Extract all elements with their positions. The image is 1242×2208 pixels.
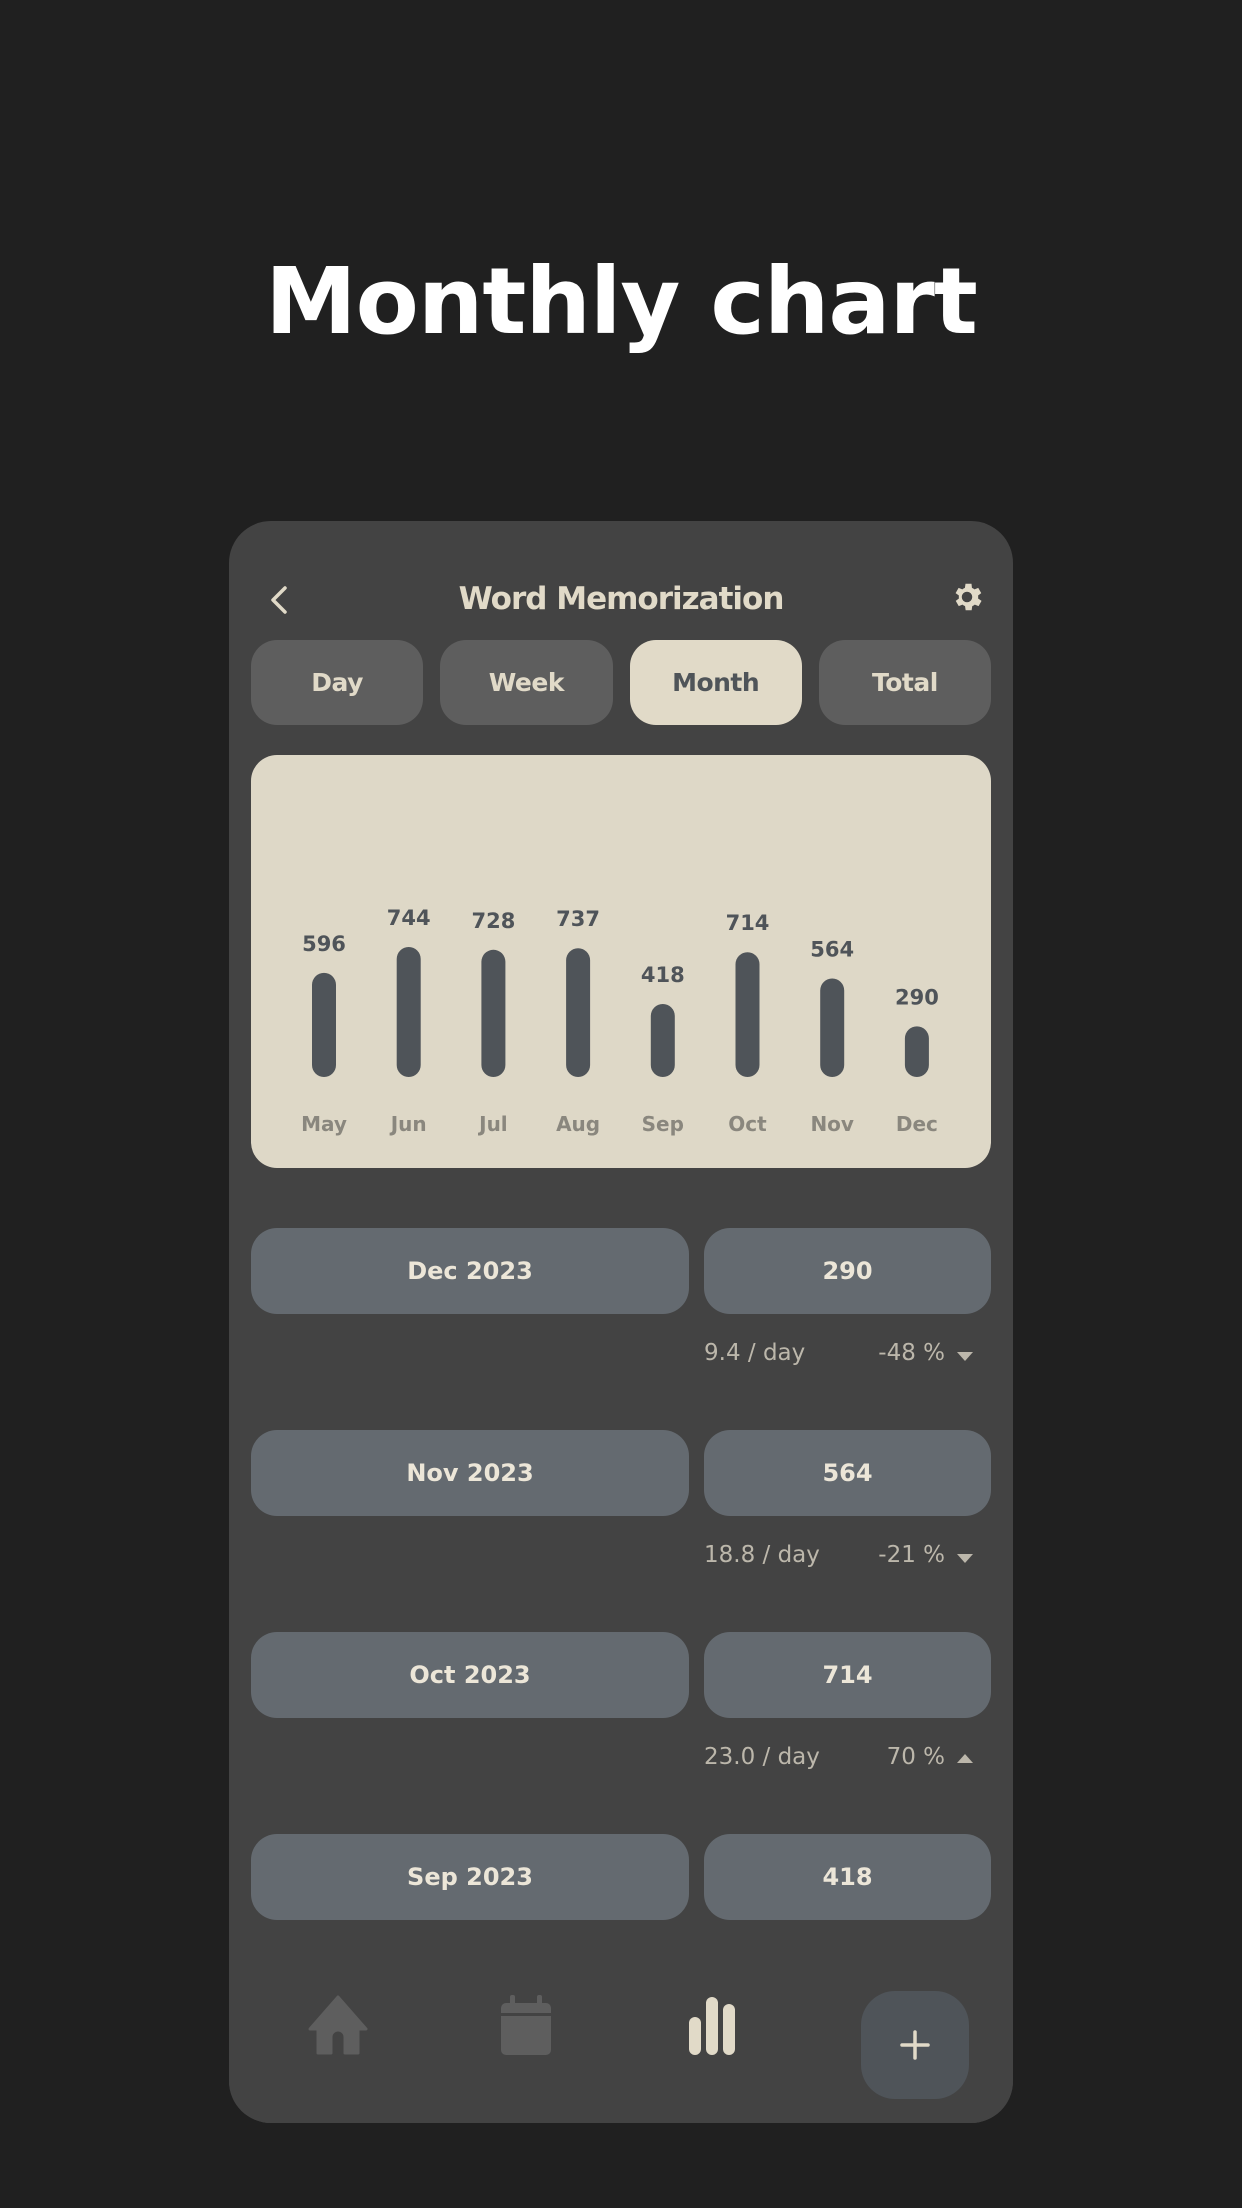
bar-chart-icon [689,1997,735,2055]
calendar-icon [501,1995,551,2055]
bar-dec [904,1026,929,1077]
month-count[interactable]: 714 [704,1632,991,1718]
month-stats: 9.4 / day -48 % [704,1340,991,1374]
list-item: Oct 2023 714 23.0 / day 70 % [251,1632,991,1834]
bar-aug [566,948,591,1077]
percent-change: -48 % [878,1340,945,1366]
per-day-average: 18.8 / day [704,1542,820,1568]
triangle-up-icon [957,1754,973,1763]
nav-stats-button[interactable] [679,1995,745,2055]
month-label[interactable]: Dec 2023 [251,1228,689,1314]
gear-icon [955,583,982,611]
x-tick-label: Nov [810,1112,854,1136]
bar-may [312,972,336,1077]
month-count[interactable]: 564 [704,1430,991,1516]
add-button[interactable] [861,1991,969,2099]
bar-value-label: 418 [641,963,685,987]
bar-value-label: 744 [387,906,431,930]
list-item: Nov 2023 564 18.8 / day -21 % [251,1430,991,1632]
chart-svg: 596 May 744 Jun 728 Jul 737 Aug 418 Sep 714 Oct 564 N… [301,906,939,1136]
triangle-down-icon [957,1352,973,1361]
month-count[interactable]: 418 [704,1834,991,1920]
bar-value-label: 714 [726,911,770,935]
period-tabs: Day Week Month Total [251,640,991,725]
tab-total[interactable]: Total [818,640,991,725]
settings-button[interactable] [949,579,985,615]
triangle-down-icon [957,1554,973,1563]
bar-sep [650,1003,675,1077]
bar-value-label: 737 [556,907,600,931]
screen-title: Word Memorization [458,581,785,617]
nav-home-button[interactable] [305,1995,371,2055]
monthly-bar-chart: 596 May 744 Jun 728 Jul 737 Aug 418 Sep 714 Oct 564 N… [251,755,991,1168]
percent-change: 70 % [886,1744,945,1770]
x-tick-label: Sep [642,1112,684,1136]
tab-day[interactable]: Day [251,640,424,725]
tab-month[interactable]: Month [629,640,802,725]
app-screen: Word Memorization Day Week Month Total 5… [229,521,1013,2123]
month-count[interactable]: 290 [704,1228,991,1314]
percent-change: -21 % [878,1542,945,1568]
month-label[interactable]: Oct 2023 [251,1632,689,1718]
bar-value-label: 290 [895,985,939,1009]
x-tick-label: Jun [389,1112,427,1136]
x-tick-label: Jul [477,1112,508,1136]
month-stats: 23.0 / day 70 % [704,1744,991,1778]
bottom-nav [229,1923,1013,2123]
x-tick-label: Oct [728,1112,767,1136]
home-icon [308,1995,368,2055]
bar-oct [735,952,760,1077]
list-item: Dec 2023 290 9.4 / day -48 % [251,1228,991,1430]
x-tick-label: May [301,1112,347,1136]
month-stats: 18.8 / day -21 % [704,1542,991,1576]
month-label[interactable]: Sep 2023 [251,1834,689,1920]
per-day-average: 23.0 / day [704,1744,820,1770]
bar-nov [820,978,845,1077]
bar-value-label: 728 [471,909,515,933]
monthly-list: Dec 2023 290 9.4 / day -48 % Nov 2023 56… [251,1228,991,2036]
nav-calendar-button[interactable] [493,1995,559,2055]
bar-jun [396,947,421,1077]
per-day-average: 9.4 / day [704,1340,806,1366]
bar-value-label: 596 [302,932,346,956]
page-hero-title: Monthly chart [265,248,978,355]
x-tick-label: Dec [896,1112,938,1136]
x-tick-label: Aug [556,1112,600,1136]
tab-week[interactable]: Week [440,640,613,725]
app-header: Word Memorization [229,555,1013,645]
bar-jul [481,949,506,1077]
bar-value-label: 564 [810,937,854,961]
month-label[interactable]: Nov 2023 [251,1430,689,1516]
plus-icon [900,2030,930,2060]
